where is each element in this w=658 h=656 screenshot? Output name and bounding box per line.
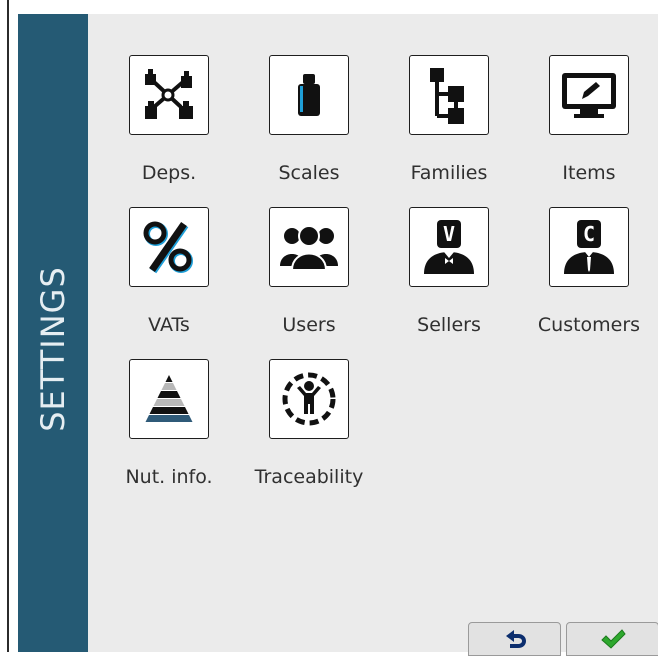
families-button[interactable] bbox=[409, 55, 489, 135]
sellers-button[interactable]: V bbox=[409, 207, 489, 287]
scales-button[interactable] bbox=[269, 55, 349, 135]
seller-icon: V bbox=[424, 220, 474, 274]
tile-families[interactable]: Families bbox=[370, 14, 500, 184]
confirm-button[interactable] bbox=[566, 622, 658, 656]
nutrition-button[interactable] bbox=[129, 359, 209, 439]
back-arrow-icon bbox=[505, 630, 526, 648]
customers-button[interactable]: C bbox=[549, 207, 629, 287]
window-left-edge bbox=[0, 0, 11, 652]
settings-sidebar: SETTINGS bbox=[18, 14, 88, 652]
tile-vats[interactable]: VATs bbox=[90, 166, 220, 336]
tile-customers[interactable]: C Customers bbox=[510, 166, 640, 336]
tile-label: Sellers bbox=[417, 314, 481, 336]
back-button[interactable] bbox=[468, 622, 561, 656]
items-button[interactable] bbox=[549, 55, 629, 135]
tile-label: Customers bbox=[537, 314, 641, 336]
window-border-line bbox=[7, 0, 9, 652]
traceability-icon bbox=[282, 372, 336, 426]
checkmark-icon bbox=[600, 629, 626, 649]
svg-text:V: V bbox=[443, 222, 455, 246]
items-monitor-icon bbox=[562, 73, 616, 118]
vats-button[interactable] bbox=[129, 207, 209, 287]
departments-icon bbox=[145, 69, 193, 119]
sidebar-title: SETTINGS bbox=[34, 266, 72, 432]
customer-icon: C bbox=[564, 220, 614, 274]
settings-grid: Deps. Scales Families Items VATs Users V… bbox=[88, 14, 658, 652]
tile-nutrition[interactable]: Nut. info. bbox=[90, 318, 220, 488]
tile-scales[interactable]: Scales bbox=[230, 14, 360, 184]
tile-sellers[interactable]: V Sellers bbox=[370, 166, 500, 336]
tile-users[interactable]: Users bbox=[230, 166, 360, 336]
tile-label: Traceability bbox=[254, 466, 364, 488]
tile-label: Nut. info. bbox=[125, 466, 213, 488]
tile-deps[interactable]: Deps. bbox=[90, 14, 220, 184]
scale-icon bbox=[298, 74, 320, 116]
percent-icon bbox=[143, 221, 193, 274]
families-tree-icon bbox=[430, 68, 464, 124]
tile-items[interactable]: Items bbox=[510, 14, 640, 184]
deps-button[interactable] bbox=[129, 55, 209, 135]
tile-traceability[interactable]: Traceability bbox=[230, 318, 363, 488]
users-button[interactable] bbox=[269, 207, 349, 287]
svg-text:C: C bbox=[583, 222, 595, 246]
users-icon bbox=[280, 225, 338, 271]
nutrition-pyramid-icon bbox=[145, 375, 193, 422]
traceability-button[interactable] bbox=[269, 359, 349, 439]
